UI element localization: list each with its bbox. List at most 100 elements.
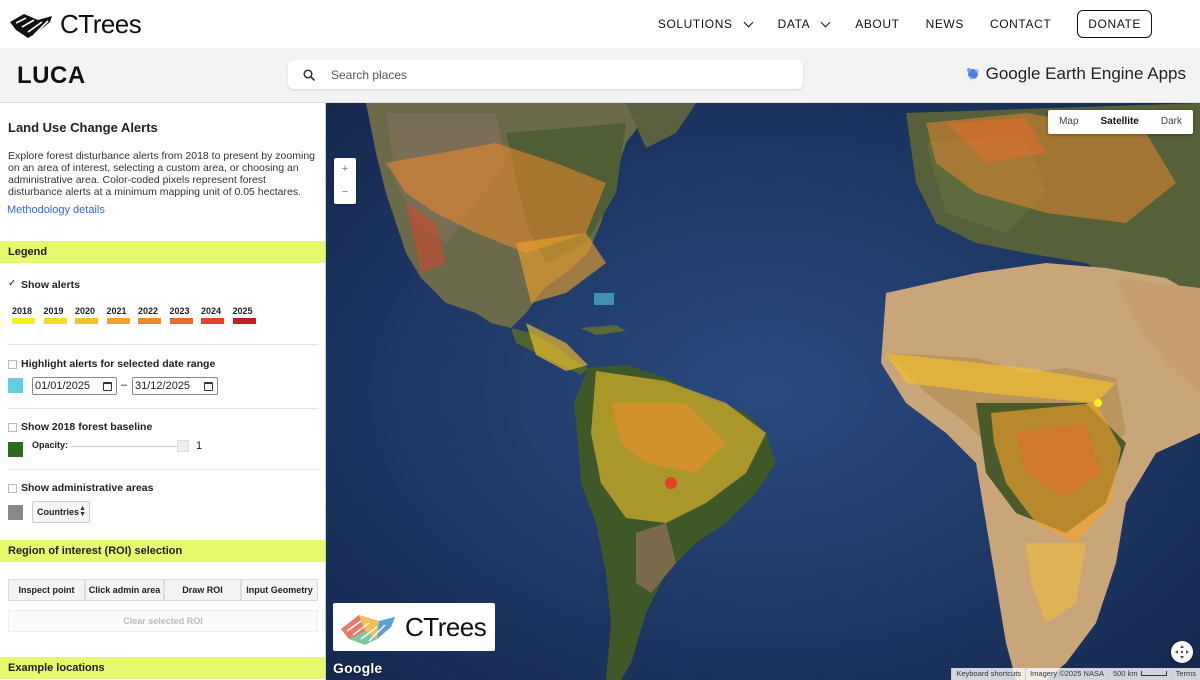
calendar-icon [103,382,112,391]
admin-areas-checkbox[interactable]: Show administrative areas [8,482,153,494]
camera-control-button[interactable] [1171,641,1193,663]
year-item: 2019 [43,306,76,324]
checkbox-checked-icon [8,278,17,290]
scale-bar-label: 500 km [1112,669,1138,678]
donate-button[interactable]: DONATE [1077,10,1152,38]
checkbox-unchecked-icon [8,483,17,493]
google-logo: Google [333,660,383,676]
nav-solutions[interactable]: SOLUTIONS [657,17,754,31]
zoom-in-button[interactable]: + [334,158,356,181]
search-box[interactable] [288,60,803,89]
sidebar-panel: Land Use Change Alerts Explore forest di… [0,103,326,680]
nav-about[interactable]: ABOUT [855,17,899,31]
year-swatch [106,318,130,324]
pan-arrows-icon [1175,645,1189,659]
year-item: 2022 [138,306,170,324]
map-type-satellite[interactable]: Satellite [1090,110,1150,134]
date-to-input[interactable]: 31/12/2025 [132,377,218,395]
clear-roi-button[interactable]: Clear selected ROI [8,610,318,632]
map-attribution: Keyboard shortcuts Imagery ©2025 NASA 50… [951,668,1200,680]
map-type-map[interactable]: Map [1048,110,1089,134]
nav-solutions-label: SOLUTIONS [657,17,733,31]
nav-news[interactable]: NEWS [926,17,964,31]
divider [8,344,318,345]
select-arrows-icon: ▲ ▼ [79,505,86,518]
admin-color-swatch[interactable] [8,505,23,520]
opacity-slider-handle[interactable] [177,440,189,452]
map-canvas[interactable]: Map Satellite Dark + − CTrees Google Key… [326,103,1200,680]
divider [8,408,318,409]
map-type-dark[interactable]: Dark [1150,110,1193,134]
baseline-color-swatch[interactable] [8,442,23,457]
year-legend: 2018 2019 2020 2021 2022 2023 2024 2025 [12,306,264,324]
methodology-link[interactable]: Methodology details [7,204,105,216]
year-item: 2018 [12,306,44,324]
year-label: 2025 [232,306,253,316]
highlight-alerts-checkbox[interactable]: Highlight alerts for selected date range [8,358,215,370]
year-label: 2024 [201,306,222,316]
opacity-value: 1 [196,440,203,452]
search-input[interactable] [331,67,771,82]
nav-data[interactable]: DATA [778,17,831,31]
year-item: 2024 [201,306,233,324]
year-swatch [169,318,193,324]
click-admin-area-button[interactable]: Click admin area [85,579,164,601]
checkbox-unchecked-icon [8,422,17,432]
brand-name: CTrees [60,8,142,39]
earth-engine-icon [966,68,979,80]
top-nav: CTrees SOLUTIONS DATA ABOUT NEWS CONTACT… [0,0,1200,48]
chevron-down-icon [820,17,831,27]
chevron-down-icon [743,17,754,27]
input-geometry-button[interactable]: Input Geometry [241,579,318,601]
nav-links: SOLUTIONS DATA ABOUT NEWS CONTACT DONATE [632,0,1152,48]
show-alerts-label: Show alerts [21,279,80,291]
scale-bar-line [1140,671,1167,676]
forest-baseline-label: Show 2018 forest baseline [21,421,153,433]
year-swatch [12,318,35,324]
year-swatch [138,318,161,324]
ctrees-map-logo-text: CTrees [405,611,487,642]
app-title: LUCA [17,62,86,89]
legend-header: Legend [0,241,325,263]
example-locations-header: Example locations [0,657,325,679]
highlight-color-swatch[interactable] [8,378,23,393]
year-item: 2023 [169,306,202,324]
scale-bar: 500 km [1107,668,1171,680]
nav-contact[interactable]: CONTACT [990,17,1051,31]
year-label: 2022 [138,306,159,316]
ctrees-color-logo-icon [341,615,395,645]
zoom-out-button[interactable]: − [334,181,356,204]
inspect-point-button[interactable]: Inspect point [8,579,85,601]
roi-header: Region of interest (ROI) selection [0,540,325,562]
year-swatch [43,318,67,324]
terms-link[interactable]: Terms [1170,668,1200,680]
keyboard-shortcuts-link[interactable]: Keyboard shortcuts [951,668,1025,680]
panel-description: Explore forest disturbance alerts from 2… [8,150,315,198]
draw-roi-button[interactable]: Draw ROI [164,579,241,601]
year-swatch [201,318,224,324]
date-from-input[interactable]: 01/01/2025 [32,377,117,395]
year-item: 2025 [232,306,265,324]
opacity-slider-track[interactable] [71,446,183,447]
year-item: 2021 [106,306,139,324]
imagery-credit: Imagery ©2025 NASA [1025,668,1108,680]
date-separator: – [121,379,128,391]
gee-apps-text: Google Earth Engine Apps [985,64,1186,83]
brand[interactable]: CTrees [8,8,142,40]
admin-areas-label: Show administrative areas [21,482,154,494]
date-from-value: 01/01/2025 [35,380,91,392]
show-alerts-checkbox[interactable]: Show alerts [8,278,80,292]
year-label: 2021 [106,306,127,316]
date-to-value: 31/12/2025 [135,380,191,392]
app-header: LUCA Google Earth Engine Apps [0,48,1200,103]
year-label: 2018 [12,306,33,316]
search-icon [303,68,315,81]
satellite-map-image [326,103,1200,680]
admin-level-select[interactable]: Countries ▲ ▼ [32,501,90,523]
year-label: 2020 [75,306,96,316]
map-type-control: Map Satellite Dark [1048,110,1193,134]
ctrees-logo-icon [10,14,52,38]
calendar-icon [204,382,213,391]
highlight-alerts-label: Highlight alerts for selected date range [21,358,216,370]
forest-baseline-checkbox[interactable]: Show 2018 forest baseline [8,421,152,433]
